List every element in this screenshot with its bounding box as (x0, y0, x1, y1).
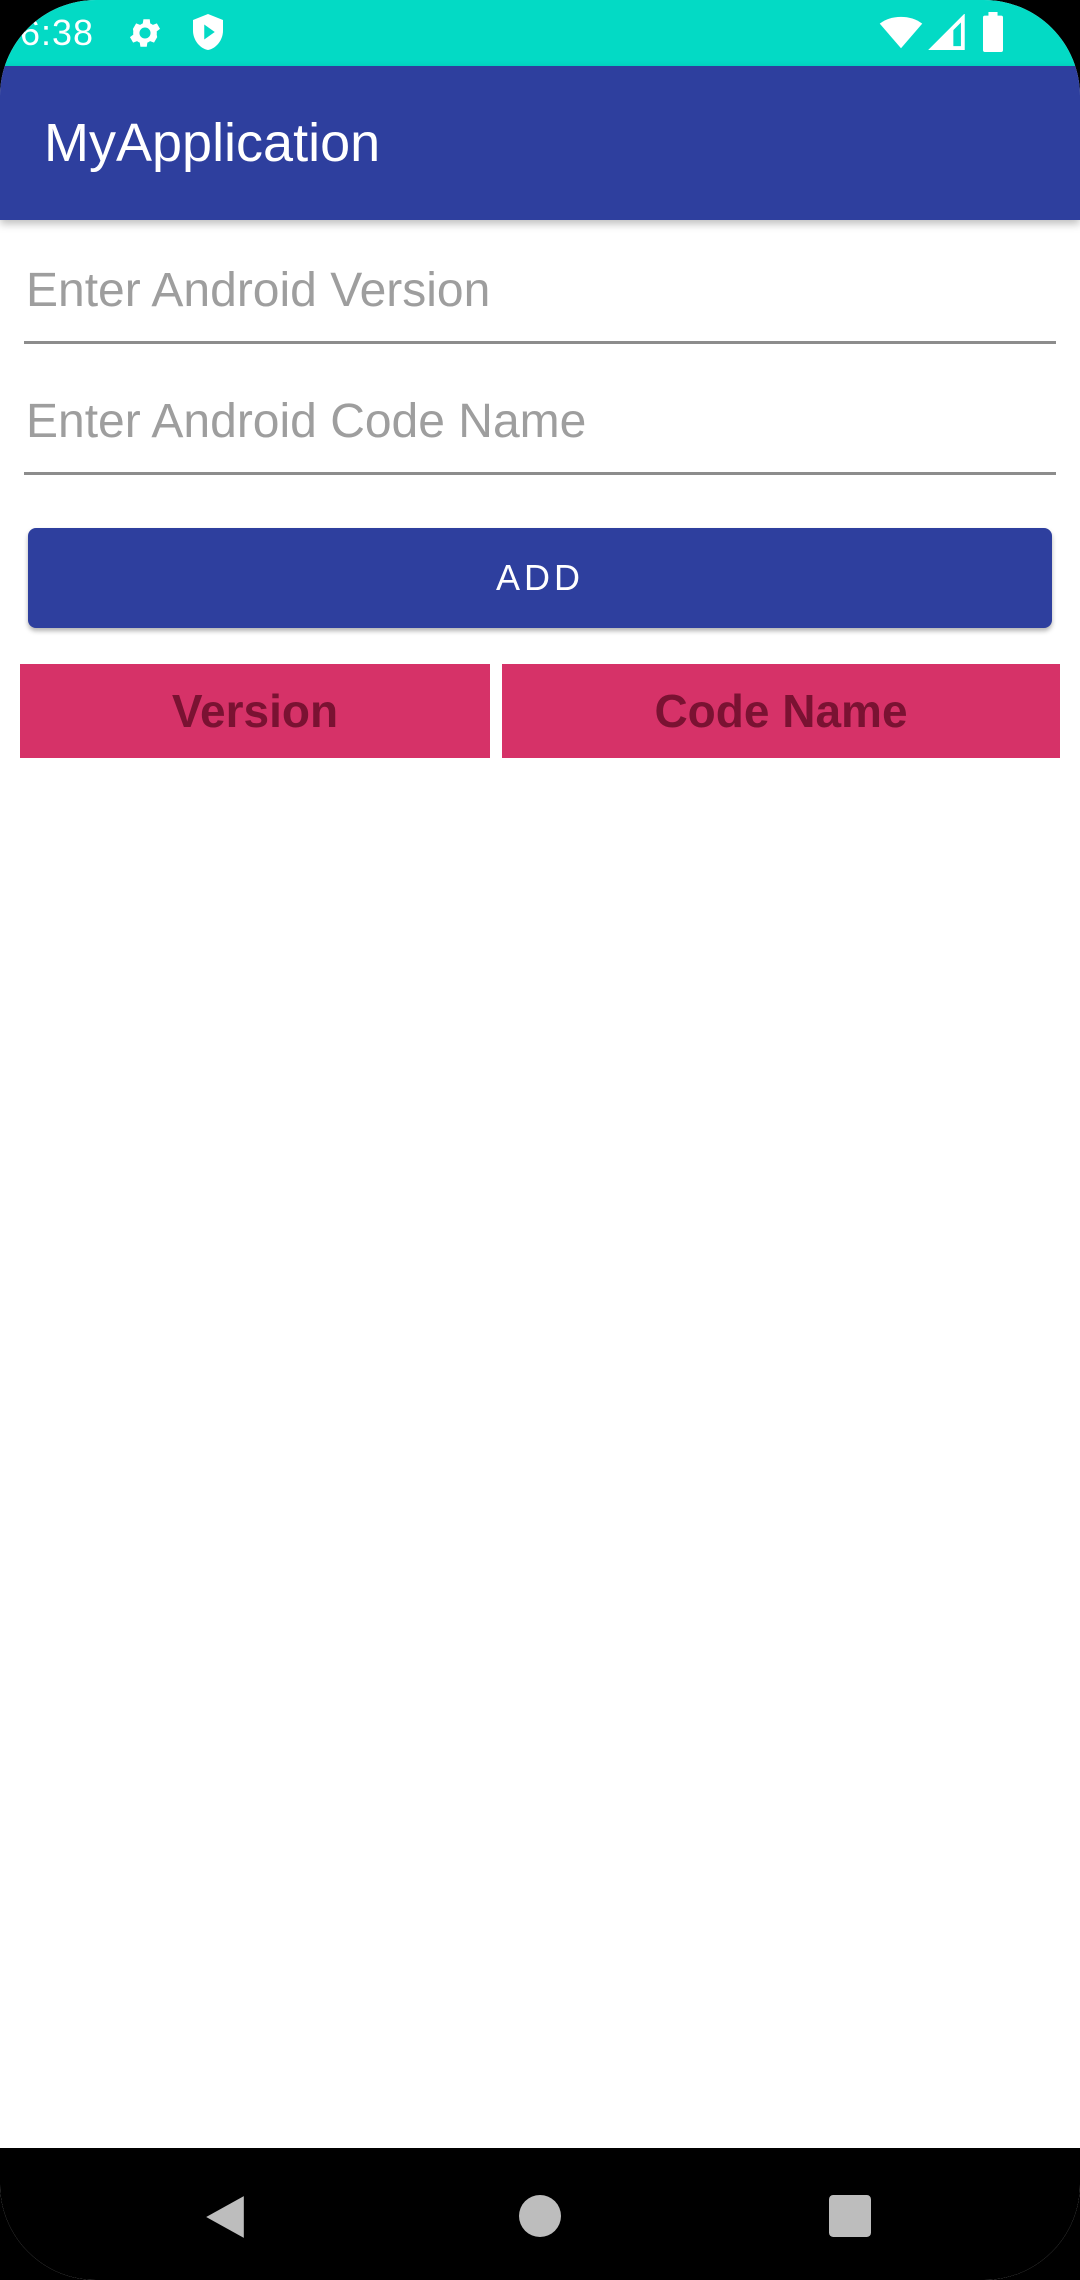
app-bar: MyApplication (0, 66, 1080, 220)
codename-field-container (24, 371, 1056, 475)
app-title: MyApplication (44, 113, 381, 173)
shield-icon (193, 14, 223, 50)
gear-icon (129, 19, 161, 47)
version-field-container (24, 240, 1056, 344)
wifi-icon (879, 16, 923, 49)
status-time: 6:38 (20, 12, 95, 53)
battery-icon (983, 12, 1003, 52)
navigation-bar (0, 2148, 1080, 2280)
phone-screen: 6:38 MyApplication ADD Version (0, 0, 1080, 2280)
add-button[interactable]: ADD (28, 528, 1052, 628)
android-codename-input[interactable] (24, 371, 1056, 475)
column-header-code-name: Code Name (502, 664, 1060, 758)
recents-icon[interactable] (829, 2195, 871, 2237)
back-icon[interactable] (204, 2194, 246, 2240)
column-header-version: Version (20, 664, 490, 758)
status-bar: 6:38 (0, 0, 1080, 66)
android-version-input[interactable] (24, 240, 1056, 344)
signal-icon (928, 14, 965, 50)
home-icon[interactable] (518, 2194, 562, 2238)
